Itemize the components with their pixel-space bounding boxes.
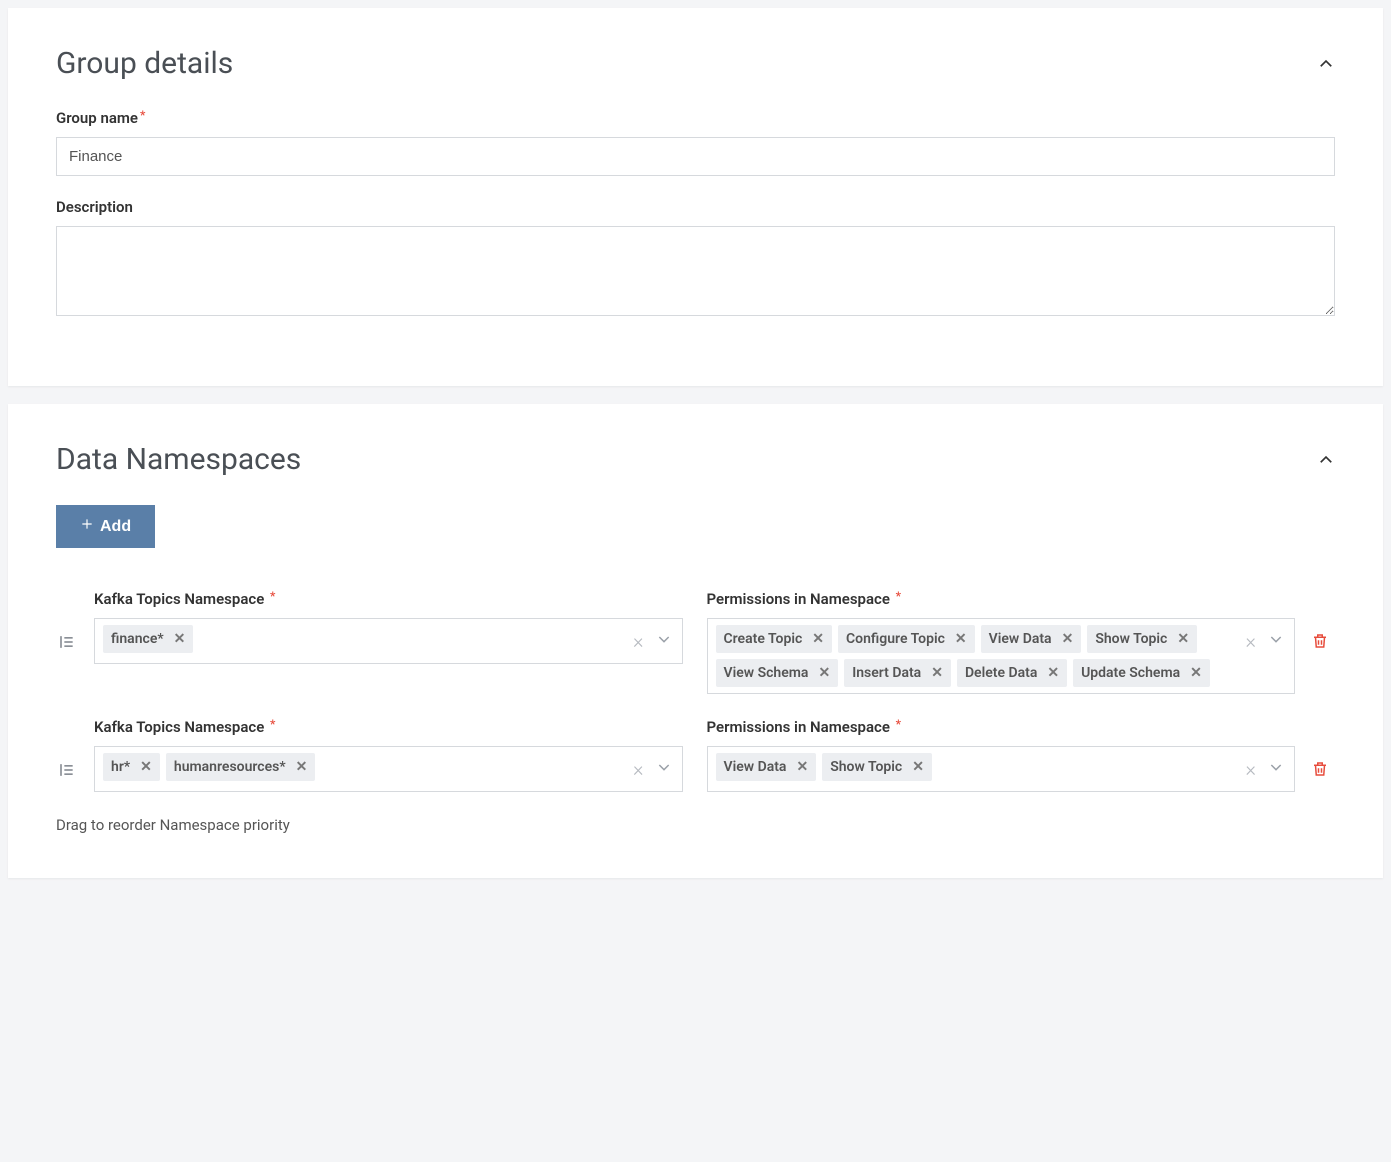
permissions-label: Permissions in Namespace * — [707, 590, 1296, 608]
delete-row-button[interactable] — [1311, 718, 1335, 782]
permissions-multiselect[interactable]: View Data ✕ Show Topic ✕ × — [707, 746, 1296, 792]
chip: Delete Data ✕ — [957, 659, 1067, 687]
chip: View Schema ✕ — [716, 659, 839, 687]
required-asterisk: * — [140, 108, 145, 122]
permissions-multiselect[interactable]: Create Topic✕Configure Topic✕View Data✕S… — [707, 618, 1296, 694]
chip-remove-icon[interactable]: ✕ — [1190, 665, 1202, 681]
data-namespaces-header: Data Namespaces — [56, 442, 1335, 477]
drag-handle-icon[interactable] — [56, 590, 78, 656]
chip-remove-icon[interactable]: ✕ — [812, 631, 824, 647]
chip: Show Topic ✕ — [822, 753, 932, 781]
description-label: Description — [56, 198, 1335, 216]
chevron-down-icon[interactable] — [1268, 631, 1284, 651]
group-details-panel: Group details Group name* Description — [8, 8, 1383, 386]
topics-label: Kafka Topics Namespace * — [94, 718, 683, 736]
chip: Insert Data ✕ — [844, 659, 951, 687]
topics-label: Kafka Topics Namespace * — [94, 590, 683, 608]
plus-icon — [80, 517, 94, 536]
delete-row-button[interactable] — [1311, 590, 1335, 654]
required-asterisk: * — [270, 589, 275, 603]
chip-label: View Schema — [724, 665, 809, 681]
permissions-label: Permissions in Namespace * — [707, 718, 1296, 736]
topics-multiselect[interactable]: finance* ✕ × — [94, 618, 683, 664]
chip-label: View Data — [989, 631, 1052, 647]
chip-label: Show Topic — [1095, 631, 1167, 647]
data-namespaces-title: Data Namespaces — [56, 442, 301, 477]
data-namespaces-panel: Data Namespaces Add Kafka Topics Namespa… — [8, 404, 1383, 878]
chip-label: Insert Data — [852, 665, 921, 681]
clear-all-icon[interactable]: × — [1246, 757, 1256, 781]
group-name-label: Group name* — [56, 109, 1335, 127]
group-details-title: Group details — [56, 46, 233, 81]
chip-remove-icon[interactable]: ✕ — [1062, 631, 1074, 647]
chevron-up-icon[interactable] — [1317, 55, 1335, 73]
chevron-down-icon[interactable] — [656, 759, 672, 779]
clear-all-icon[interactable]: × — [1246, 629, 1256, 653]
chip: Create Topic ✕ — [716, 625, 833, 653]
clear-all-icon[interactable]: × — [633, 629, 643, 653]
drag-handle-icon[interactable] — [56, 718, 78, 784]
chip-remove-icon[interactable]: ✕ — [931, 665, 943, 681]
chevron-up-icon[interactable] — [1317, 451, 1335, 469]
namespace-row: Kafka Topics Namespace * finance* ✕ × Permis… — [56, 590, 1335, 694]
chip-label: Update Schema — [1081, 665, 1180, 681]
chip: View Data ✕ — [716, 753, 817, 781]
description-field: Description — [56, 198, 1335, 320]
group-name-field: Group name* — [56, 109, 1335, 176]
chip-label: hr* — [111, 759, 130, 775]
chip: humanresources* ✕ — [166, 753, 315, 781]
topics-multiselect[interactable]: hr* ✕ humanresources* ✕ × — [94, 746, 683, 792]
namespace-row: Kafka Topics Namespace *hr*✕humanresourc… — [56, 718, 1335, 792]
chip: Show Topic ✕ — [1087, 625, 1197, 653]
chip-remove-icon[interactable]: ✕ — [1177, 631, 1189, 647]
group-name-input[interactable] — [56, 137, 1335, 176]
chip-label: Create Topic — [724, 631, 803, 647]
reorder-hint: Drag to reorder Namespace priority — [56, 816, 1335, 834]
chip-remove-icon[interactable]: ✕ — [912, 759, 924, 775]
chip: finance* ✕ — [103, 625, 193, 653]
chip-remove-icon[interactable]: ✕ — [955, 631, 967, 647]
chip-label: humanresources* — [174, 759, 286, 775]
chip-remove-icon[interactable]: ✕ — [174, 631, 186, 647]
add-namespace-button[interactable]: Add — [56, 505, 155, 548]
chip-label: Show Topic — [830, 759, 902, 775]
required-asterisk: * — [270, 717, 275, 731]
chip-label: Configure Topic — [846, 631, 945, 647]
group-details-header: Group details — [56, 46, 1335, 81]
required-asterisk: * — [896, 589, 901, 603]
chip: Update Schema ✕ — [1073, 659, 1210, 687]
chip-label: Delete Data — [965, 665, 1037, 681]
description-input[interactable] — [56, 226, 1335, 316]
chip-remove-icon[interactable]: ✕ — [796, 759, 808, 775]
chip: View Data ✕ — [981, 625, 1082, 653]
clear-all-icon[interactable]: × — [633, 757, 643, 781]
chip-remove-icon[interactable]: ✕ — [296, 759, 308, 775]
chip-remove-icon[interactable]: ✕ — [818, 665, 830, 681]
chip-label: finance* — [111, 631, 164, 647]
required-asterisk: * — [896, 717, 901, 731]
chip-remove-icon[interactable]: ✕ — [1047, 665, 1059, 681]
chip: Configure Topic ✕ — [838, 625, 975, 653]
chip: hr* ✕ — [103, 753, 160, 781]
chevron-down-icon[interactable] — [1268, 759, 1284, 779]
chevron-down-icon[interactable] — [656, 631, 672, 651]
chip-label: View Data — [724, 759, 787, 775]
chip-remove-icon[interactable]: ✕ — [140, 759, 152, 775]
